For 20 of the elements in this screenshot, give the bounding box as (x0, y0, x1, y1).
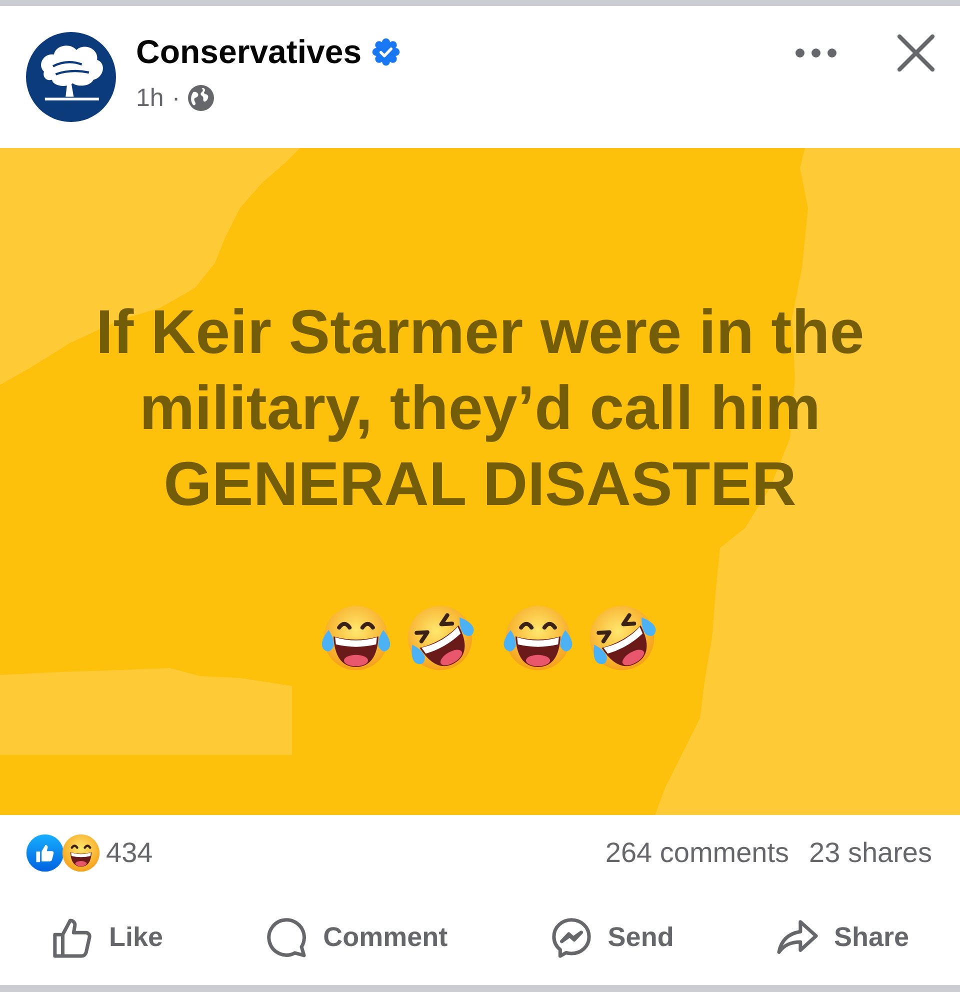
post-text: If Keir Starmer were in the military, they’d call him GENERAL DISASTER (94, 297, 866, 521)
comment-bubble-icon (266, 917, 308, 958)
share-button[interactable]: Share (770, 913, 915, 962)
more-options-button[interactable] (795, 48, 837, 58)
reaction-count[interactable]: 434 (106, 836, 153, 868)
thumbs-up-icon (52, 917, 93, 958)
like-reaction-icon (26, 834, 64, 872)
page-name-link[interactable]: Conservatives (136, 32, 362, 72)
messenger-icon (550, 917, 592, 958)
close-button[interactable] (897, 34, 935, 72)
post-time: 1h (136, 83, 164, 114)
send-button[interactable]: Send (544, 913, 680, 962)
separator-dot: · (172, 83, 180, 114)
comment-button[interactable]: Comment (260, 913, 454, 962)
tree-logo-icon[interactable] (26, 32, 116, 122)
like-button[interactable]: Like (46, 913, 170, 962)
comments-count-link[interactable]: 264 comments (605, 836, 790, 868)
laughing-reaction-icon (62, 834, 100, 872)
globe-icon (188, 85, 214, 111)
shares-count-link[interactable]: 23 shares (809, 836, 932, 868)
